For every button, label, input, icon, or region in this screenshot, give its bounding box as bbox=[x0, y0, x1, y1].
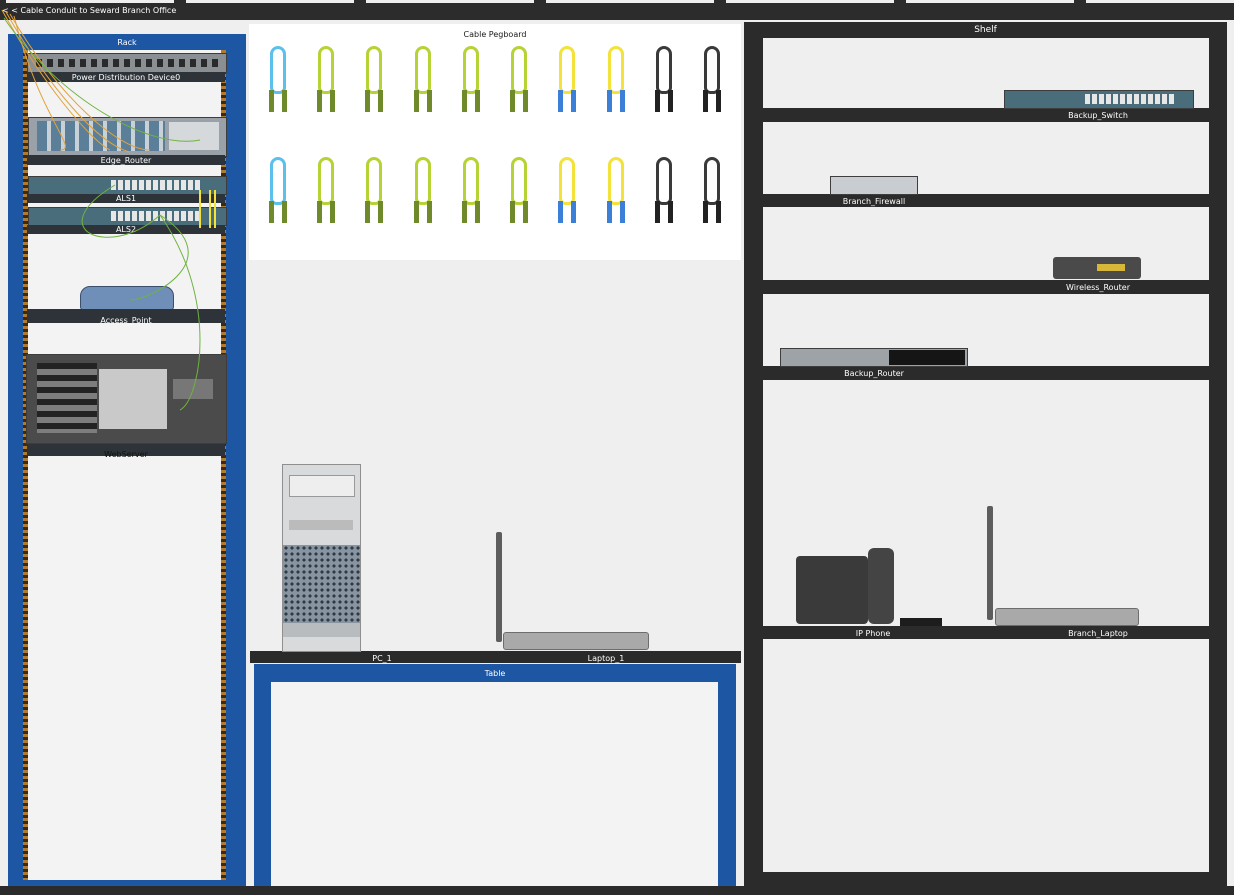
table-top bbox=[250, 651, 741, 663]
pegboard-cable[interactable] bbox=[606, 46, 626, 116]
ip-phone-label: IP Phone bbox=[855, 629, 891, 638]
rack-cables bbox=[1, 9, 216, 411]
webserver-label: WebServer bbox=[104, 450, 148, 459]
backup-router-device[interactable] bbox=[780, 348, 968, 367]
backup-switch-device[interactable] bbox=[1004, 90, 1194, 109]
pegboard-cable[interactable] bbox=[557, 46, 577, 116]
pegboard-cable[interactable] bbox=[364, 46, 384, 116]
pegboard-cable[interactable] bbox=[509, 157, 529, 227]
branch-firewall-device[interactable] bbox=[830, 176, 918, 195]
pegboard-cable[interactable] bbox=[654, 46, 674, 116]
shelf-title: Shelf bbox=[974, 25, 997, 35]
branch-laptop-label: Branch_Laptop bbox=[1068, 629, 1128, 638]
pegboard-cable[interactable] bbox=[413, 46, 433, 116]
laptop-label: Laptop_1 bbox=[587, 654, 625, 663]
bottom-bar bbox=[0, 886, 1234, 895]
ip-phone-device[interactable] bbox=[796, 556, 868, 624]
pegboard-cable[interactable] bbox=[461, 46, 481, 116]
backup-switch-label: Backup_Switch bbox=[1068, 111, 1128, 120]
pegboard-cable[interactable] bbox=[364, 157, 384, 227]
pegboard-cable[interactable] bbox=[509, 46, 529, 116]
pegboard-cable[interactable] bbox=[606, 157, 626, 227]
table-title: Table bbox=[484, 669, 506, 678]
pegboard-cable[interactable] bbox=[654, 157, 674, 227]
pegboard-cable[interactable] bbox=[557, 157, 577, 227]
pegboard-cable[interactable] bbox=[268, 157, 288, 227]
pegboard-cable[interactable] bbox=[461, 157, 481, 227]
wireless-router-label: Wireless_Router bbox=[1066, 283, 1130, 292]
pegboard-cable[interactable] bbox=[702, 157, 722, 227]
branch-laptop-device[interactable] bbox=[987, 506, 993, 620]
pegboard-cable[interactable] bbox=[702, 46, 722, 116]
pegboard-cable[interactable] bbox=[316, 46, 336, 116]
backup-router-label: Backup_Router bbox=[844, 369, 904, 378]
pc-label: PC_1 bbox=[372, 654, 392, 663]
pegboard-cable[interactable] bbox=[268, 46, 288, 116]
branch-firewall-label: Branch_Firewall bbox=[842, 197, 906, 206]
pegboard-cable[interactable] bbox=[316, 157, 336, 227]
table-interior bbox=[271, 682, 718, 886]
laptop-device[interactable] bbox=[496, 532, 502, 642]
wireless-router-device[interactable] bbox=[1053, 257, 1141, 279]
pegboard-title: Cable Pegboard bbox=[463, 30, 527, 39]
pegboard-cable[interactable] bbox=[413, 157, 433, 227]
pc-device[interactable] bbox=[282, 464, 361, 652]
